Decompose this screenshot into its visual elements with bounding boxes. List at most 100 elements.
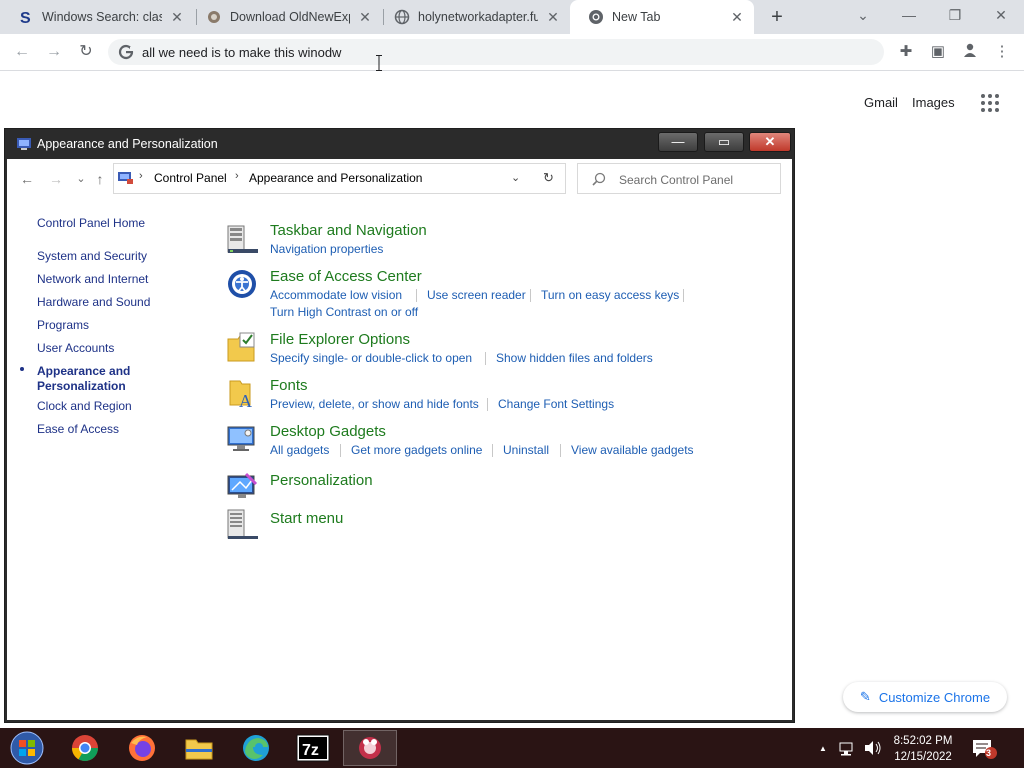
tab-new-tab[interactable]: New Tab ✕ [570,0,754,34]
task-navigation-properties[interactable]: Navigation properties [270,242,383,256]
close-icon[interactable]: ✕ [730,9,744,26]
tray-overflow-arrow[interactable]: ▲ [819,744,827,753]
restore-button[interactable]: ❐ [932,0,978,34]
7zip-icon: 7z [296,734,330,762]
task-preview-fonts[interactable]: Preview, delete, or show and hide fonts [270,397,479,411]
network-icon[interactable] [838,740,856,759]
forward-button[interactable]: → [42,40,66,64]
menu-icon[interactable]: ⋮ [992,42,1012,62]
category-ease-of-access-center[interactable]: Ease of Access Center [270,268,422,285]
taskbar-file-explorer[interactable] [172,730,226,766]
sidebar-item-programs[interactable]: Programs [37,318,89,332]
task-single-double-click[interactable]: Specify single- or double-click to open [270,351,472,365]
google-apps-icon[interactable] [981,94,999,112]
tab-title: holynetworkadapter.fu [418,10,538,24]
clock-time: 8:52:02 PM [893,735,953,747]
close-window-button[interactable]: ✕ [978,0,1024,34]
task-all-gadgets[interactable]: All gadgets [270,443,329,457]
fonts-icon: A [226,377,258,411]
breadcrumb-separator[interactable]: › [139,170,143,182]
task-get-more-gadgets[interactable]: Get more gadgets online [351,443,482,457]
start-button-icon[interactable] [8,730,46,766]
chrome-icon [588,9,604,25]
taskbar-clock[interactable]: 8:52:02 PM 12/15/2022 [886,733,960,765]
task-easy-access-keys[interactable]: Turn on easy access keys [541,288,679,302]
volume-icon[interactable] [864,740,882,759]
extensions-icon[interactable]: ✚ [896,42,916,62]
current-page-bullet [20,367,24,371]
category-fonts[interactable]: Fonts [270,377,308,394]
task-view-available-gadgets[interactable]: View available gadgets [571,443,694,457]
cp-forward-button[interactable]: → [47,171,65,187]
profile-icon[interactable] [960,42,980,62]
omnibox-text[interactable]: all we need is to make this winodw [142,45,341,60]
task-change-font-settings[interactable]: Change Font Settings [498,397,614,411]
task-separator [485,352,486,365]
category-taskbar-navigation[interactable]: Taskbar and Navigation [270,222,427,239]
tab-windows-search[interactable]: S Windows Search: classi ✕ [0,0,196,34]
breadcrumb-separator[interactable]: › [235,170,239,182]
new-tab-button[interactable]: + [764,5,790,29]
category-desktop-gadgets[interactable]: Desktop Gadgets [270,423,386,440]
notification-count-badge: 3 [986,748,992,758]
breadcrumb-appearance[interactable]: Appearance and Personalization [249,171,422,185]
tab-holynetworkadapter[interactable]: holynetworkadapter.fu ✕ [376,0,572,34]
ease-of-access-icon [226,268,258,300]
taskbar-firefox[interactable] [115,730,169,766]
sidebar-item-appearance-current: Appearance and Personalization [37,364,131,393]
taskbar-navigation-icon [226,222,258,254]
sidebar-item-system-security[interactable]: System and Security [37,249,147,263]
reload-button[interactable]: ↻ [74,40,98,64]
address-dropdown-icon[interactable]: ⌄ [511,171,520,184]
category-file-explorer-options[interactable]: File Explorer Options [270,331,410,348]
cp-close-button[interactable]: ✕ [749,132,791,152]
cp-minimize-button[interactable]: — [658,132,698,152]
edge-icon [243,735,269,761]
text-cursor-icon [376,55,382,71]
images-link[interactable]: Images [912,95,955,110]
cp-maximize-button[interactable]: ▭ [704,132,744,152]
sidebar-item-hardware-sound[interactable]: Hardware and Sound [37,295,150,309]
cp-recent-locations-button[interactable]: ⌄ [72,171,90,187]
close-icon[interactable]: ✕ [358,9,372,26]
category-personalization[interactable]: Personalization [270,472,373,489]
taskbar-edge[interactable] [229,730,283,766]
sidebar-item-user-accounts[interactable]: User Accounts [37,341,114,355]
close-icon[interactable]: ✕ [546,9,560,26]
task-separator [560,444,561,457]
side-panel-icon[interactable]: ▣ [928,42,948,62]
task-show-hidden-files[interactable]: Show hidden files and folders [496,351,653,365]
clock-date: 12/15/2022 [894,751,952,763]
task-separator [340,444,341,457]
task-use-screen-reader[interactable]: Use screen reader [427,288,526,302]
svg-text:S: S [20,10,31,25]
sidebar-item-ease-of-access[interactable]: Ease of Access [37,422,119,436]
close-icon[interactable]: ✕ [170,9,184,26]
taskbar-control-panel-app[interactable] [343,730,397,766]
taskbar-7zip[interactable]: 7z [286,730,340,766]
category-start-menu[interactable]: Start menu [270,510,343,527]
cp-up-button[interactable]: ↑ [91,171,109,187]
taskbar-chrome[interactable] [58,730,112,766]
breadcrumb-control-panel[interactable]: Control Panel [154,171,227,185]
customize-chrome-label: Customize Chrome [878,689,991,705]
minimize-button[interactable]: — [886,0,932,34]
control-panel-icon [16,136,32,152]
gmail-link[interactable]: Gmail [864,95,898,110]
sidebar-control-panel-home[interactable]: Control Panel Home [37,216,145,230]
task-separator [487,398,488,411]
refresh-icon[interactable]: ↻ [543,170,554,186]
customize-chrome-button[interactable]: ✎ Customize Chrome [843,682,1007,712]
cp-back-button[interactable]: ← [18,171,36,187]
task-high-contrast[interactable]: Turn High Contrast on or off [270,305,418,319]
sidebar-item-clock-region[interactable]: Clock and Region [37,399,132,413]
cp-window-title: Appearance and Personalization [37,137,218,151]
task-uninstall[interactable]: Uninstall [503,443,549,457]
notification-icon[interactable] [972,738,998,763]
back-button[interactable]: ← [10,40,34,64]
tab-search-button[interactable]: ⌄ [840,0,886,34]
tab-download-oldnewexplorer[interactable]: Download OldNewExpl ✕ [188,0,384,34]
task-separator [683,289,684,302]
sidebar-item-network-internet[interactable]: Network and Internet [37,272,148,286]
task-accommodate-low-vision[interactable]: Accommodate low vision [270,288,402,302]
